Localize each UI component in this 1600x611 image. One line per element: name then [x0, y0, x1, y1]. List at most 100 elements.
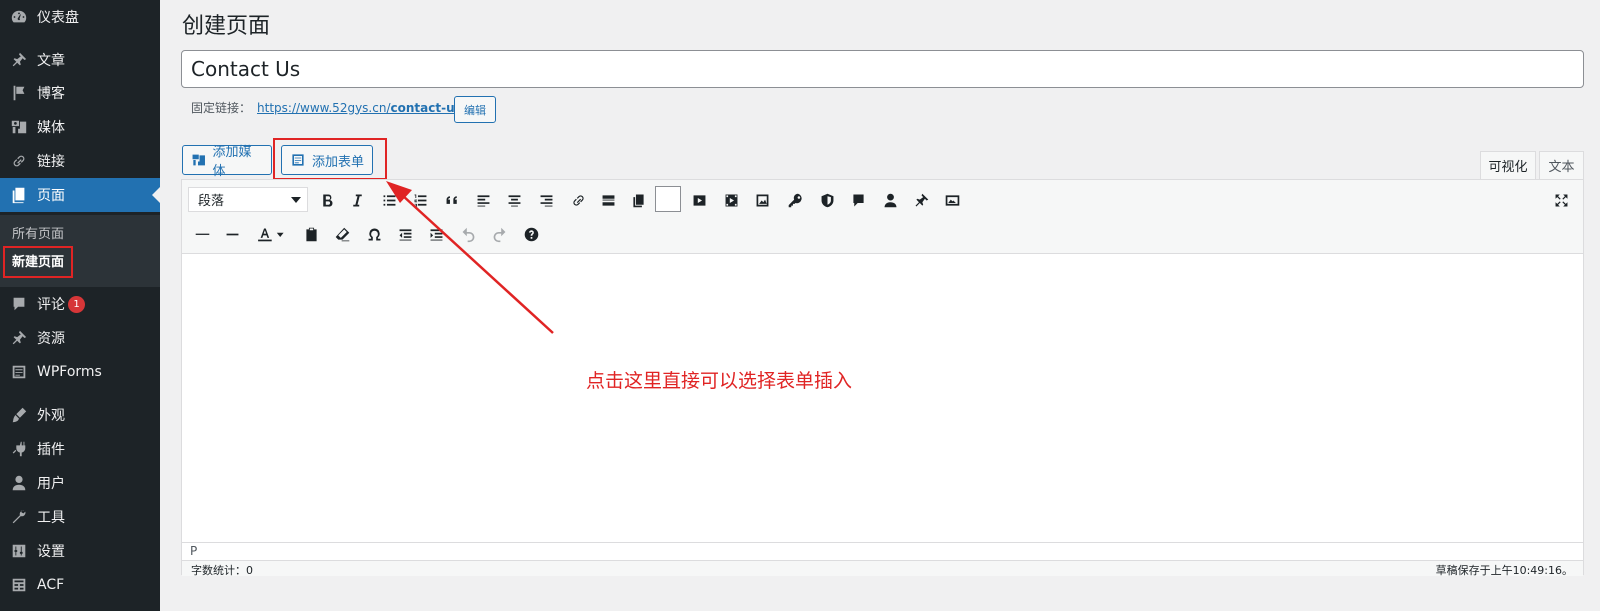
- horizontal-line-button[interactable]: [220, 222, 244, 246]
- comment-count-badge: 1: [68, 295, 85, 313]
- pin-button[interactable]: [909, 188, 933, 212]
- gallery-button[interactable]: [940, 188, 964, 212]
- tab-text[interactable]: 文本: [1539, 151, 1584, 179]
- italic-button[interactable]: [345, 188, 369, 212]
- paste-as-text-button[interactable]: [299, 222, 323, 246]
- sidebar-item-label: 仪表盘: [37, 10, 79, 26]
- sidebar-item-acf[interactable]: ACF: [0, 568, 160, 602]
- permalink-base-link[interactable]: https://www.52gys.cn/: [257, 101, 390, 115]
- sidebar-item-label: 用户: [37, 476, 65, 492]
- sidebar-item-label: ACF: [37, 577, 65, 593]
- fullscreen-button[interactable]: [1549, 188, 1573, 212]
- plugin-icon: [9, 439, 29, 459]
- indent-button[interactable]: [424, 222, 448, 246]
- table-button[interactable]: [655, 186, 681, 212]
- sidebar-item-settings[interactable]: 设置: [0, 534, 160, 568]
- tab-visual[interactable]: 可视化: [1480, 151, 1536, 179]
- undo-button[interactable]: [456, 222, 480, 246]
- sidebar-item-label: 媒体: [37, 120, 65, 136]
- editor-status-bar: 字数统计：0 草稿保存于上午10:49:16。: [182, 560, 1583, 577]
- sidebar-item-pages[interactable]: 页面: [0, 178, 160, 212]
- clipboard-icon: [305, 227, 317, 241]
- text-color-button[interactable]: [250, 222, 290, 246]
- editor-toolbar: 段落: [182, 180, 1583, 254]
- sidebar-item-media[interactable]: 媒体: [0, 110, 160, 144]
- bullet-list-button[interactable]: [377, 188, 401, 212]
- copy-icon: [632, 194, 644, 207]
- sidebar-item-label: 页面: [37, 188, 65, 204]
- video-button[interactable]: [687, 188, 711, 212]
- permalink-label: 固定链接：: [191, 101, 252, 115]
- permalink-slug-link[interactable]: contact-us: [391, 101, 462, 115]
- video-embed-button[interactable]: [719, 188, 743, 212]
- align-right-icon: [540, 194, 552, 206]
- sidebar-item-label: 博客: [37, 86, 65, 102]
- image-button[interactable]: [750, 188, 774, 212]
- sidebar-item-label: 评论: [37, 297, 65, 313]
- wpforms-icon: [9, 362, 29, 382]
- numbered-list-icon: [414, 194, 426, 206]
- sidebar-item-label: 设置: [37, 544, 65, 560]
- pin-icon: [9, 328, 29, 348]
- sidebar-item-comments[interactable]: 评论 1: [0, 287, 160, 321]
- eraser-icon: [335, 227, 349, 241]
- insert-link-button[interactable]: [566, 188, 590, 212]
- align-right-button[interactable]: [534, 188, 558, 212]
- italic-icon: [352, 194, 362, 206]
- format-select[interactable]: 段落: [188, 187, 308, 212]
- sidebar-item-resources[interactable]: 资源: [0, 321, 160, 355]
- submenu-all-pages[interactable]: 所有页面: [12, 223, 64, 242]
- help-button[interactable]: [519, 222, 543, 246]
- sidebar-item-users[interactable]: 用户: [0, 466, 160, 500]
- gallery-icon: [945, 194, 959, 206]
- highlight-box-add-form: [273, 138, 387, 180]
- text-color-icon: [258, 228, 284, 241]
- special-character-button[interactable]: [362, 222, 386, 246]
- sidebar-item-plugins[interactable]: 插件: [0, 432, 160, 466]
- comment-icon: [9, 294, 29, 314]
- sidebar-item-label: 工具: [37, 510, 65, 526]
- sidebar-item-wpforms[interactable]: WPForms: [0, 355, 160, 389]
- sidebar-item-label: 文章: [37, 53, 65, 69]
- paste-text-button[interactable]: [626, 188, 650, 212]
- sidebar-item-dashboard[interactable]: 仪表盘: [0, 0, 160, 34]
- sidebar-item-tools[interactable]: 工具: [0, 500, 160, 534]
- comment-button[interactable]: [846, 188, 870, 212]
- read-more-button[interactable]: [596, 188, 620, 212]
- align-left-button[interactable]: [471, 188, 495, 212]
- key-icon: [788, 193, 802, 207]
- sidebar-item-posts[interactable]: 文章: [0, 43, 160, 77]
- user-icon: [884, 193, 896, 207]
- bullet-list-icon: [383, 194, 395, 206]
- outdent-button[interactable]: [393, 222, 417, 246]
- sidebar-item-label: 资源: [37, 331, 65, 347]
- help-icon: [524, 227, 538, 241]
- clear-formatting-button[interactable]: [330, 222, 354, 246]
- autosave-status: 草稿保存于上午10:49:16。: [1435, 564, 1573, 577]
- pin-icon: [9, 50, 29, 70]
- fullscreen-icon: [1555, 194, 1567, 206]
- bold-button[interactable]: [315, 188, 339, 212]
- numbered-list-button[interactable]: [408, 188, 432, 212]
- key-button[interactable]: [783, 188, 807, 212]
- strikethrough-button[interactable]: [190, 222, 214, 246]
- quote-icon: [446, 195, 457, 204]
- acf-icon: [9, 575, 29, 595]
- user-button[interactable]: [878, 188, 902, 212]
- redo-button[interactable]: [487, 222, 511, 246]
- element-path: P: [182, 542, 1583, 560]
- blockquote-button[interactable]: [440, 188, 464, 212]
- permalink-edit-button[interactable]: 编辑: [454, 96, 496, 123]
- flag-icon: [9, 83, 29, 103]
- sidebar-item-appearance[interactable]: 外观: [0, 398, 160, 432]
- sidebar-item-blog[interactable]: 博客: [0, 76, 160, 110]
- word-count: 字数统计：0: [191, 564, 253, 577]
- sidebar-item-label: 插件: [37, 442, 65, 458]
- shield-button[interactable]: [815, 188, 839, 212]
- sidebar-item-links[interactable]: 链接: [0, 144, 160, 178]
- post-title-input[interactable]: [181, 50, 1584, 88]
- image-icon: [756, 194, 768, 206]
- align-center-button[interactable]: [502, 188, 526, 212]
- format-select-value: 段落: [198, 194, 225, 209]
- add-media-button[interactable]: 添加媒体: [182, 145, 272, 179]
